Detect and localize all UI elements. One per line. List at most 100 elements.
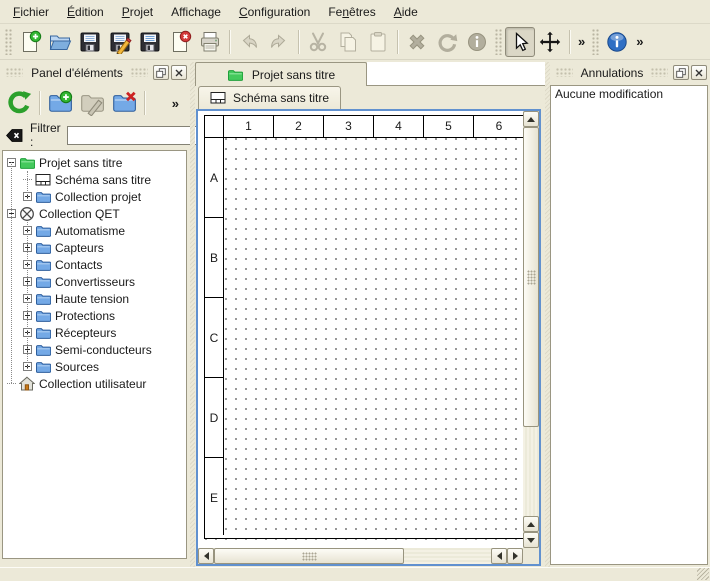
scroll-down-button[interactable] (523, 532, 539, 548)
tree-item-protections[interactable]: Protections (3, 307, 186, 324)
tree-item-recepteurs[interactable]: Récepteurs (3, 324, 186, 341)
menu-projet[interactable]: Projet (113, 2, 162, 22)
tree-item-haute-tension[interactable]: Haute tension (3, 290, 186, 307)
toolbar-separator (397, 30, 398, 54)
mdi-area: Projet sans titre Schéma sans titre 1234… (195, 62, 545, 567)
folder-icon (35, 291, 51, 307)
schema-tabbar: Schéma sans titre (195, 86, 545, 109)
menu-fenetres[interactable]: Fenêtres (319, 2, 384, 22)
main-area: Panel d'éléments » Filtrer : Projet sans… (0, 60, 710, 567)
vertical-scrollbar[interactable] (523, 111, 539, 548)
close-panel-button[interactable] (691, 65, 707, 80)
tree-item-collection-utilisateur[interactable]: Collection utilisateur (3, 375, 186, 392)
filter-row: Filtrer : (0, 122, 190, 148)
frame-column-label: 6 (474, 116, 524, 137)
open-file-button[interactable] (45, 27, 75, 57)
undo-panel-dock: Annulations Aucune modification (550, 62, 710, 567)
tree-item-contacts[interactable]: Contacts (3, 256, 186, 273)
tree-item-label: Schéma sans titre (55, 173, 151, 187)
tree-item-semi-conducteurs[interactable]: Semi-conducteurs (3, 341, 186, 358)
schema-icon (35, 172, 51, 188)
tree-item-convertisseurs[interactable]: Convertisseurs (3, 273, 186, 290)
cut-button[interactable] (303, 27, 333, 57)
element-info-button[interactable] (462, 27, 492, 57)
elements-panel-titlebar[interactable]: Panel d'éléments (3, 63, 187, 82)
toolbar-handle[interactable] (495, 29, 502, 55)
scroll-left-button-2[interactable] (491, 548, 507, 564)
toolbar-extension-button[interactable]: » (632, 34, 647, 49)
toolbar-separator (298, 30, 299, 54)
edit-category-button[interactable] (76, 87, 108, 119)
save-button[interactable] (75, 27, 105, 57)
paste-button[interactable] (363, 27, 393, 57)
toolbar-handle[interactable] (5, 29, 12, 55)
toolbar-extension-button[interactable]: » (168, 96, 183, 111)
menu-edition[interactable]: Édition (58, 2, 113, 22)
close-panel-button[interactable] (171, 65, 187, 80)
tree-item-capteurs[interactable]: Capteurs (3, 239, 186, 256)
new-category-button[interactable] (44, 87, 76, 119)
undo-button[interactable] (234, 27, 264, 57)
tree-item-collection-projet[interactable]: Collection projet (3, 188, 186, 205)
move-mode-button[interactable] (535, 27, 565, 57)
new-category-icon (47, 90, 73, 116)
scroll-up-button[interactable] (523, 111, 539, 127)
project-folder-icon (227, 67, 243, 83)
toolbar-separator (569, 30, 570, 54)
tree-item-sources[interactable]: Sources (3, 358, 186, 375)
menu-fichier[interactable]: Fichier (4, 2, 58, 22)
reload-collections-button[interactable] (3, 87, 35, 119)
copy-button[interactable] (333, 27, 363, 57)
scroll-left-button[interactable] (198, 548, 214, 564)
tree-item-schema-sans-titre[interactable]: Schéma sans titre (3, 171, 186, 188)
scroll-up-button-2[interactable] (523, 516, 539, 532)
save-as-button[interactable] (105, 27, 135, 57)
resize-grip[interactable] (697, 568, 709, 580)
tree-item-projet-sans-titre[interactable]: Projet sans titre (3, 154, 186, 171)
float-panel-button[interactable] (673, 65, 689, 80)
close-file-button[interactable] (165, 27, 195, 57)
menu-aide[interactable]: Aide (385, 2, 427, 22)
menu-affichage[interactable]: Affichage (162, 2, 230, 22)
tab-schema[interactable]: Schéma sans titre (198, 86, 341, 109)
horizontal-scrollbar[interactable] (198, 548, 523, 564)
tree-item-label: Haute tension (55, 292, 129, 306)
toolbar-extension-button[interactable]: » (574, 34, 589, 49)
print-button[interactable] (195, 27, 225, 57)
tree-item-collection-qet[interactable]: Collection QET (3, 205, 186, 222)
horizontal-scroll-thumb[interactable] (214, 548, 404, 564)
folder-icon (35, 342, 51, 358)
tab-project[interactable]: Projet sans titre (195, 62, 367, 86)
float-panel-button[interactable] (153, 65, 169, 80)
tree-item-automatisme[interactable]: Automatisme (3, 222, 186, 239)
about-button[interactable] (602, 27, 632, 57)
filter-label: Filtrer : (30, 121, 61, 149)
frame-row-label: E (205, 458, 223, 538)
undo-panel-titlebar[interactable]: Annulations (553, 63, 707, 82)
rotate-button[interactable] (432, 27, 462, 57)
cut-icon (306, 30, 330, 54)
vertical-scroll-thumb[interactable] (523, 127, 539, 427)
tree-item-label: Projet sans titre (39, 156, 122, 170)
menu-configuration[interactable]: Configuration (230, 2, 319, 22)
tree-item-label: Convertisseurs (55, 275, 135, 289)
clear-filter-button[interactable] (5, 126, 24, 145)
diagram-canvas[interactable]: 123456 ABCDE (198, 111, 523, 548)
folder-icon (35, 189, 51, 205)
save-all-button[interactable] (135, 27, 165, 57)
delete-category-button[interactable] (108, 87, 140, 119)
new-document-button[interactable] (15, 27, 45, 57)
select-mode-button[interactable] (505, 27, 535, 57)
save-all-icon (138, 30, 162, 54)
redo-button[interactable] (264, 27, 294, 57)
tree-item-label: Sources (55, 360, 99, 374)
delete-button[interactable] (402, 27, 432, 57)
scroll-right-button[interactable] (507, 548, 523, 564)
undo-list-item[interactable]: Aucune modification (551, 86, 707, 102)
folder-icon (35, 240, 51, 256)
elements-panel-title: Panel d'éléments (26, 66, 128, 80)
tree-item-label: Contacts (55, 258, 102, 272)
tree-item-label: Récepteurs (55, 326, 116, 340)
diagram-view: 123456 ABCDE (196, 109, 541, 566)
toolbar-handle[interactable] (592, 29, 599, 55)
